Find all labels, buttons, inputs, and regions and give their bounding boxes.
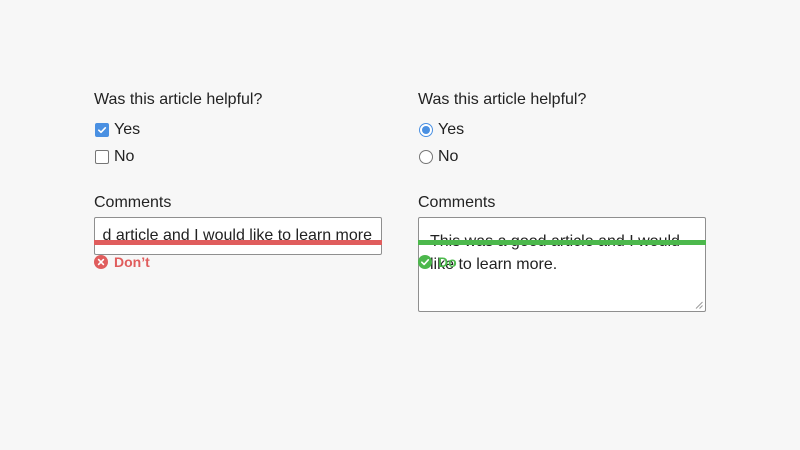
check-icon <box>98 127 107 134</box>
question-label: Was this article helpful? <box>418 91 587 108</box>
question-label: Was this article helpful? <box>94 91 263 108</box>
no-checkbox[interactable] <box>95 150 109 164</box>
do-status: Do <box>418 254 457 270</box>
dont-rule <box>94 240 382 245</box>
option-yes[interactable]: Yes <box>94 118 384 142</box>
dont-example-panel: Was this article helpful? Yes No Comment… <box>94 90 384 255</box>
comments-label: Comments <box>418 194 496 211</box>
comments-textarea[interactable]: This was a good article and I would like… <box>418 217 706 312</box>
do-rule <box>418 240 706 245</box>
yes-radio[interactable] <box>419 123 433 137</box>
dont-status: Don’t <box>94 254 150 270</box>
option-label: No <box>114 148 135 165</box>
option-yes[interactable]: Yes <box>418 118 708 142</box>
resize-grip-icon[interactable] <box>695 301 703 309</box>
option-label: No <box>438 148 459 165</box>
do-label: Do <box>438 254 457 270</box>
comments-textarea-value: This was a good article and I would like… <box>430 233 680 273</box>
yes-checkbox[interactable] <box>95 123 109 137</box>
comments-label: Comments <box>94 194 172 211</box>
option-label: Yes <box>438 121 465 138</box>
check-circle-icon <box>418 255 432 269</box>
comments-text-input[interactable] <box>94 217 382 255</box>
do-example-panel: Was this article helpful? Yes No Comment… <box>418 90 708 312</box>
option-no[interactable]: No <box>418 145 708 169</box>
option-label: Yes <box>114 121 141 138</box>
dont-label: Don’t <box>114 254 150 270</box>
no-radio[interactable] <box>419 150 433 164</box>
option-no[interactable]: No <box>94 145 384 169</box>
close-circle-icon <box>94 255 108 269</box>
